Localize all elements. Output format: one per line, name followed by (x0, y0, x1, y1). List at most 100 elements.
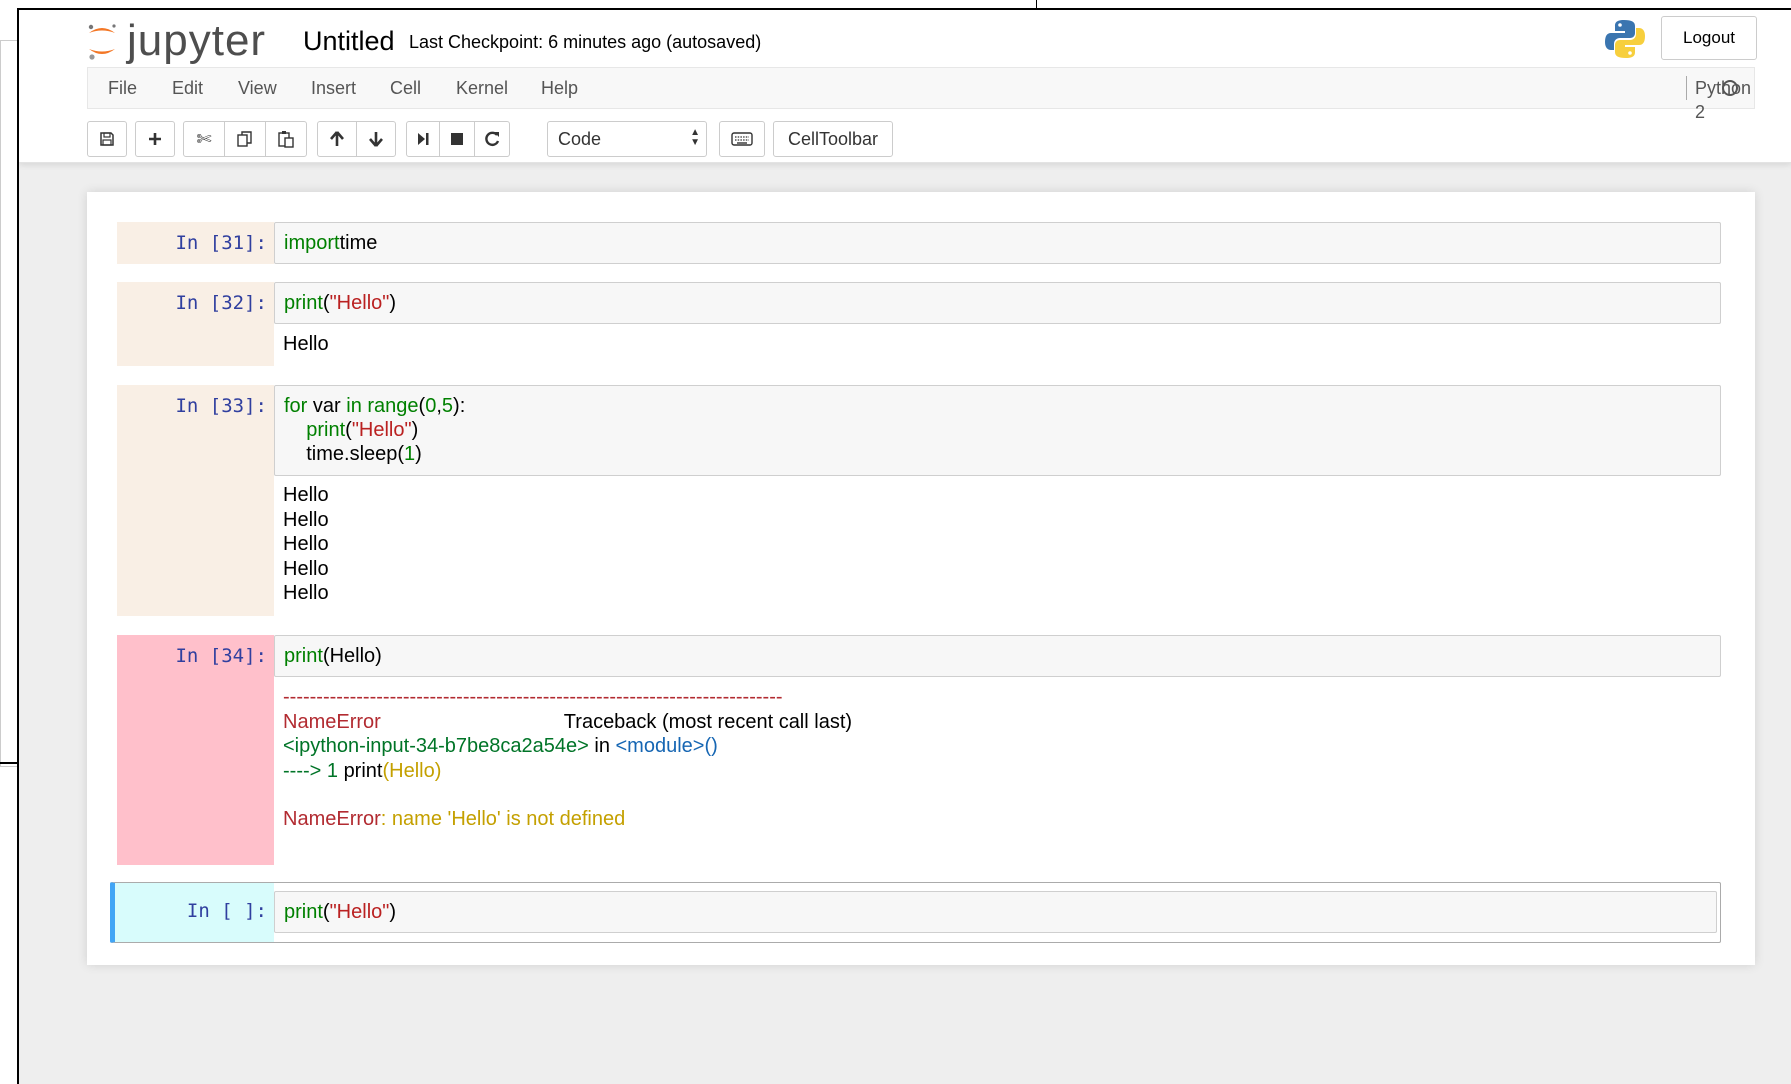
code-token: : name 'Hello' is not defined (380, 808, 626, 830)
run-cell-button[interactable] (406, 121, 440, 157)
code-cell[interactable]: In [34]: print(Hello) ------------------… (117, 635, 1721, 865)
cell-type-select[interactable]: Code ▲ ▼ (547, 121, 707, 157)
plus-icon (149, 133, 161, 145)
interrupt-kernel-button[interactable] (439, 121, 475, 157)
input-prompt: In [ ]: (186, 900, 267, 922)
code-editor[interactable]: print("Hello") (274, 891, 1717, 933)
cut-button[interactable]: ✄ (183, 121, 225, 157)
code-token: print (306, 419, 346, 441)
jupyter-logo[interactable]: jupyter (85, 18, 266, 64)
header: jupyter Untitled Last Checkpoint: 6 minu… (19, 10, 1791, 163)
code-token: 1 (404, 443, 416, 465)
code-token: ( (322, 901, 330, 923)
menu-edit[interactable]: Edit (172, 78, 203, 99)
code-token: ): (453, 395, 466, 417)
code-editor[interactable]: print(Hello) (274, 635, 1721, 677)
code-token: import (284, 232, 340, 254)
code-token: "Hello" (329, 292, 390, 314)
code-token: ( (322, 292, 330, 314)
save-icon (100, 132, 114, 146)
notebook-title[interactable]: Untitled (303, 26, 395, 57)
code-token: <ipython-input-34-b7be8ca2a54e> (283, 735, 589, 757)
logo-text: jupyter (127, 16, 267, 65)
move-cell-up-button[interactable] (317, 121, 357, 157)
stop-icon (451, 133, 463, 145)
menu-insert[interactable]: Insert (311, 78, 356, 99)
cell-output: Hello (283, 332, 329, 357)
menu-view[interactable]: View (238, 78, 277, 99)
arrow-down-icon (369, 132, 383, 147)
code-token: print (343, 759, 383, 782)
code-token: print (284, 292, 323, 314)
copy-icon (237, 131, 252, 147)
command-palette-button[interactable] (719, 121, 765, 157)
code-token: ----> 1 (283, 759, 344, 782)
code-cell[interactable]: In [33]: for var in range(0,5): print("H… (117, 385, 1721, 616)
code-editor[interactable]: print("Hello") (274, 282, 1721, 324)
code-line: Hello (283, 581, 329, 606)
copy-button[interactable] (224, 121, 266, 157)
code-line: Hello (283, 508, 329, 533)
code-token: Traceback (most recent call last) (380, 710, 853, 733)
code-line: time.sleep(1) (284, 442, 1711, 466)
insert-cell-button[interactable] (135, 121, 175, 157)
kernel-name: Python 2 (1686, 76, 1754, 122)
code-token: print (284, 645, 323, 667)
select-arrows-icon: ▲ ▼ (690, 127, 700, 148)
code-line: importtime (284, 231, 1711, 255)
menu-cell[interactable]: Cell (390, 78, 421, 99)
code-cell[interactable]: In [31]: importtime (117, 222, 1721, 264)
selected-code-cell[interactable]: In [ ]: print("Hello") (110, 882, 1721, 943)
code-token: ( (345, 419, 352, 441)
code-token: print (284, 901, 323, 923)
code-token: 5 (441, 395, 454, 417)
input-prompt: In [31]: (175, 232, 267, 254)
background-window-left (0, 40, 18, 767)
save-button[interactable] (87, 121, 127, 157)
paste-button[interactable] (265, 121, 307, 157)
code-token: "Hello" (329, 901, 390, 923)
menu-help[interactable]: Help (541, 78, 578, 99)
code-token: ) (411, 419, 419, 441)
keyboard-icon (731, 132, 753, 146)
arrow-up-icon (330, 131, 344, 146)
move-cell-down-button[interactable] (356, 121, 396, 157)
jupyter-window: jupyter Untitled Last Checkpoint: 6 minu… (17, 8, 1791, 1084)
code-line: print(Hello) (284, 644, 1711, 668)
cell-output: Hello Hello Hello Hello Hello (283, 483, 329, 606)
restart-kernel-button[interactable] (474, 121, 510, 157)
code-token: Hello (283, 582, 329, 604)
code-cell[interactable]: In [32]: print("Hello") Hello (117, 282, 1721, 366)
code-editor[interactable]: for var in range(0,5): print("Hello") ti… (274, 385, 1721, 476)
code-line: NameError Traceback (most recent call la… (283, 710, 852, 735)
background-window-edge (0, 762, 18, 764)
code-token: (Hello) (382, 759, 442, 782)
code-token: in (588, 735, 616, 757)
cell-type-value: Code (558, 129, 602, 149)
code-line: print("Hello") (284, 418, 1711, 442)
logout-button[interactable]: Logout (1661, 16, 1757, 60)
code-line: Hello (283, 557, 329, 582)
celltoolbar-button[interactable]: CellToolbar (773, 121, 893, 157)
code-token: ) (415, 443, 422, 465)
code-token: Hello (283, 557, 329, 580)
code-editor[interactable]: importtime (274, 222, 1721, 264)
prompt-area (117, 635, 274, 865)
code-line: for var in range(0,5): (284, 394, 1711, 418)
code-token: Hello (283, 508, 329, 531)
code-line: Hello (283, 332, 329, 357)
prompt-area (117, 385, 274, 616)
code-token: ) (389, 901, 397, 923)
menubar: File Edit View Insert Cell Kernel Help P… (87, 67, 1755, 122)
menu-kernel[interactable]: Kernel (456, 78, 508, 99)
code-line: ----------------------------------------… (283, 685, 852, 710)
code-token: 0 (425, 395, 437, 417)
code-token: "Hello" (351, 419, 412, 441)
code-line: <ipython-input-34-b7be8ca2a54e> in <modu… (283, 734, 852, 759)
code-line: print("Hello") (284, 291, 1711, 315)
menu-file[interactable]: File (108, 78, 137, 99)
python-logo-icon (1605, 20, 1645, 58)
code-token: for (284, 395, 308, 417)
code-token: <module>() (615, 735, 718, 757)
